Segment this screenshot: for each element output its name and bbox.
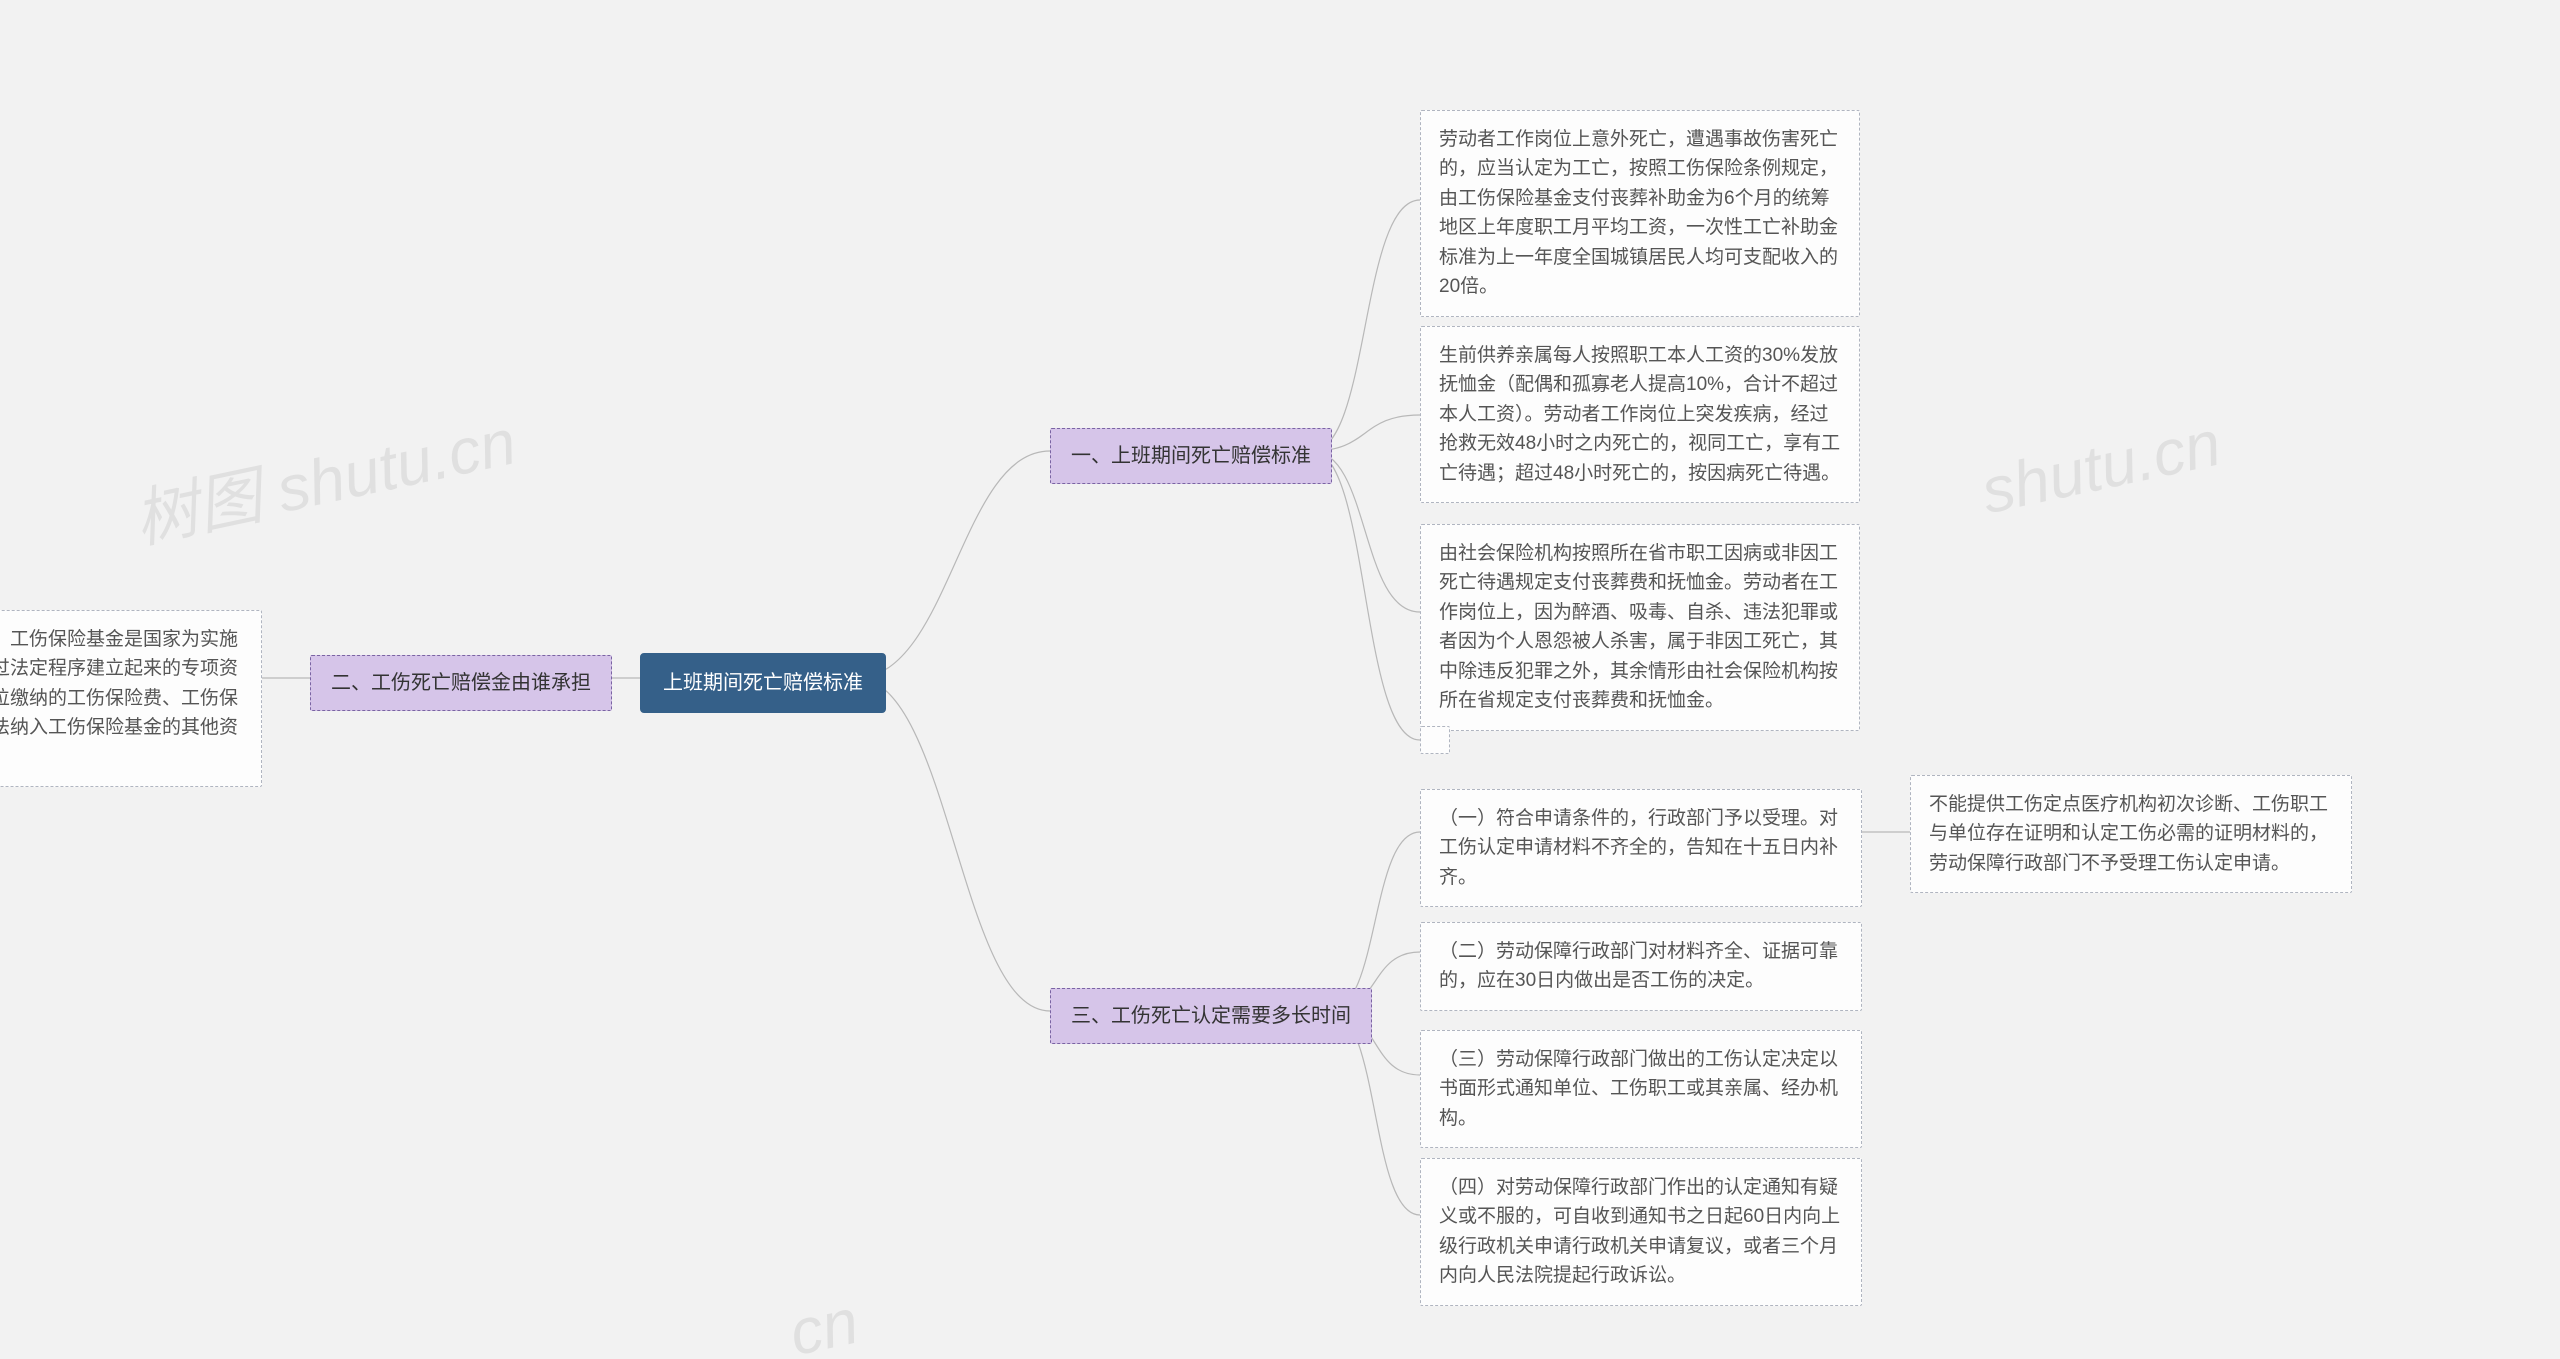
- watermark-right: shutu.cn: [1975, 406, 2227, 529]
- branch-3[interactable]: 三、工伤死亡认定需要多长时间: [1050, 988, 1372, 1044]
- branch-2-title: 二、工伤死亡赔偿金由谁承担: [331, 672, 591, 694]
- root-node[interactable]: 上班期间死亡赔偿标准: [640, 653, 886, 713]
- branch-2[interactable]: 二、工伤死亡赔偿金由谁承担: [310, 655, 612, 711]
- leaf-b1-3[interactable]: 由社会保险机构按照所在省市职工因病或非因工死亡待遇规定支付丧葬费和抚恤金。劳动者…: [1420, 524, 1860, 731]
- leaf-b1-2[interactable]: 生前供养亲属每人按照职工本人工资的30%发放抚恤金（配偶和孤寡老人提高10%，合…: [1420, 326, 1860, 503]
- leaf-b1-2-text: 生前供养亲属每人按照职工本人工资的30%发放抚恤金（配偶和孤寡老人提高10%，合…: [1439, 345, 1840, 484]
- leaf-b1-empty[interactable]: [1420, 726, 1450, 754]
- leaf-b3-3[interactable]: （三）劳动保障行政部门做出的工伤认定决定以书面形式通知单位、工伤职工或其亲属、经…: [1420, 1030, 1862, 1148]
- leaf-b3-1a[interactable]: 不能提供工伤定点医疗机构初次诊断、工伤职工与单位存在证明和认定工伤必需的证明材料…: [1910, 775, 2352, 893]
- branch-1[interactable]: 一、上班期间死亡赔偿标准: [1050, 428, 1332, 484]
- leaf-b3-2[interactable]: （二）劳动保障行政部门对材料齐全、证据可靠的，应在30日内做出是否工伤的决定。: [1420, 922, 1862, 1011]
- leaf-b1-1-text: 劳动者工作岗位上意外死亡，遭遇事故伤害死亡的，应当认定为工亡，按照工伤保险条例规…: [1439, 129, 1838, 297]
- leaf-b3-1a-text: 不能提供工伤定点医疗机构初次诊断、工伤职工与单位存在证明和认定工伤必需的证明材料…: [1929, 794, 2328, 874]
- leaf-b3-2-text: （二）劳动保障行政部门对材料齐全、证据可靠的，应在30日内做出是否工伤的决定。: [1439, 941, 1838, 991]
- leaf-b2-1-text: 工伤保险基金支付。工伤保险基金是国家为实施工伤保险制度，通过法定程序建立起来的专…: [0, 629, 238, 768]
- leaf-b2-1[interactable]: 工伤保险基金支付。工伤保险基金是国家为实施工伤保险制度，通过法定程序建立起来的专…: [0, 610, 262, 787]
- leaf-b3-3-text: （三）劳动保障行政部门做出的工伤认定决定以书面形式通知单位、工伤职工或其亲属、经…: [1439, 1049, 1838, 1129]
- watermark-left: 树图 shutu.cn: [125, 391, 523, 562]
- root-title: 上班期间死亡赔偿标准: [663, 672, 863, 694]
- branch-3-title: 三、工伤死亡认定需要多长时间: [1071, 1005, 1351, 1027]
- branch-1-title: 一、上班期间死亡赔偿标准: [1071, 445, 1311, 467]
- watermark-bottom: cn: [783, 1284, 865, 1359]
- leaf-b3-1-text: （一）符合申请条件的，行政部门予以受理。对工伤认定申请材料不齐全的，告知在十五日…: [1439, 808, 1838, 888]
- leaf-b1-3-text: 由社会保险机构按照所在省市职工因病或非因工死亡待遇规定支付丧葬费和抚恤金。劳动者…: [1439, 543, 1838, 711]
- leaf-b1-1[interactable]: 劳动者工作岗位上意外死亡，遭遇事故伤害死亡的，应当认定为工亡，按照工伤保险条例规…: [1420, 110, 1860, 317]
- leaf-b3-4[interactable]: （四）对劳动保障行政部门作出的认定通知有疑义或不服的，可自收到通知书之日起60日…: [1420, 1158, 1862, 1306]
- leaf-b3-1[interactable]: （一）符合申请条件的，行政部门予以受理。对工伤认定申请材料不齐全的，告知在十五日…: [1420, 789, 1862, 907]
- leaf-b3-4-text: （四）对劳动保障行政部门作出的认定通知有疑义或不服的，可自收到通知书之日起60日…: [1439, 1177, 1840, 1286]
